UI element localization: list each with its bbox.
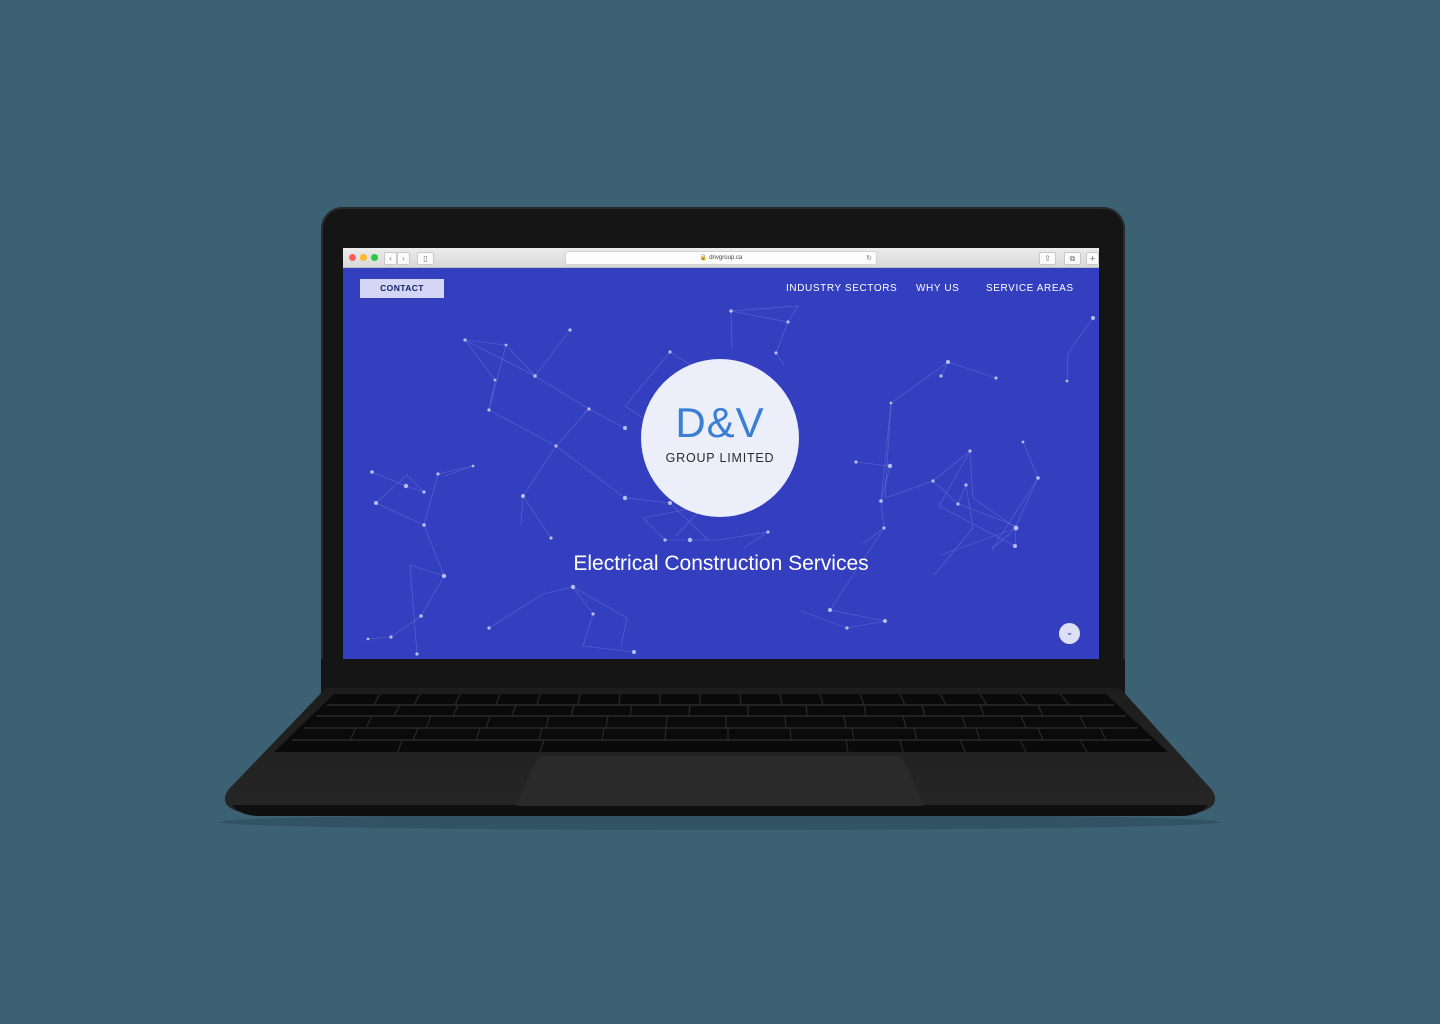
- laptop-base: [220, 688, 1220, 830]
